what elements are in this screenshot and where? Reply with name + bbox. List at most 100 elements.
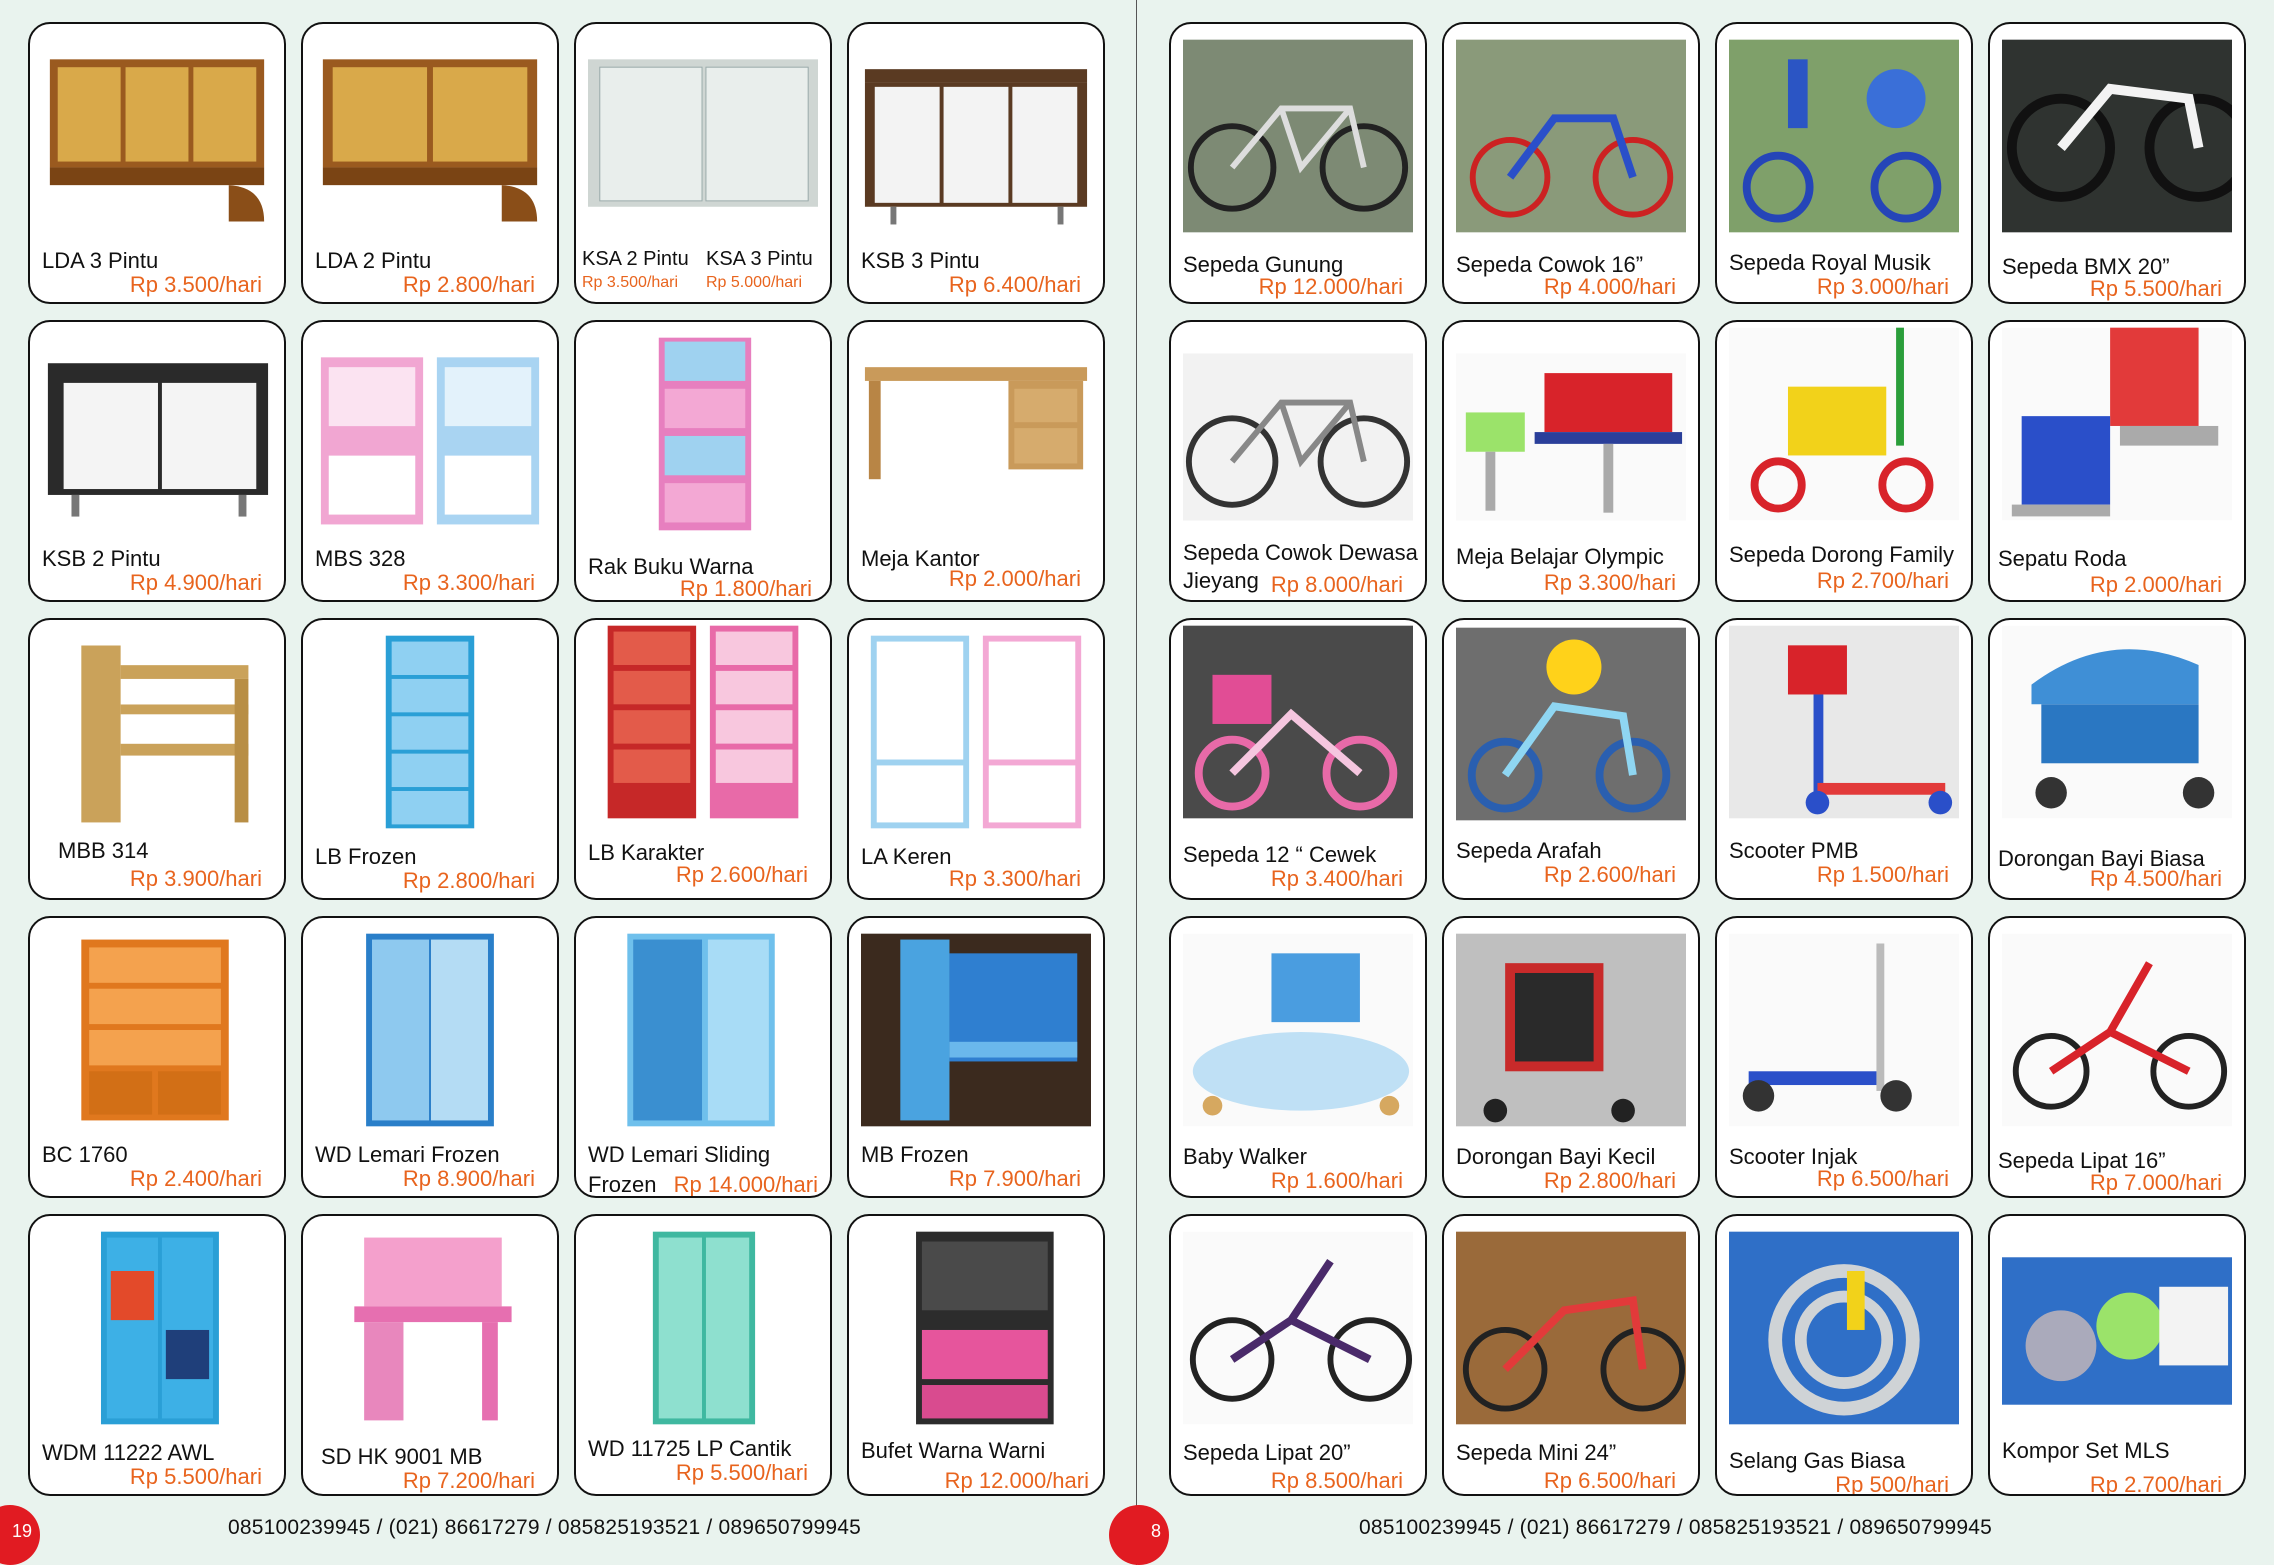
product-price: Rp 7.900/hari xyxy=(948,1166,1081,1191)
sideboard-image xyxy=(861,38,1091,234)
product-name: Sepeda Cowok Dewasa xyxy=(1183,540,1418,565)
product-card-mbb-314[interactable]: MBB 314 Rp 3.900/hari xyxy=(28,618,286,900)
product-card-wd-lemari-sliding-frozen[interactable]: WD Lemari Sliding Frozen Rp 14.000/hari xyxy=(574,916,832,1198)
product-card-sepeda-lipat-20[interactable]: Sepeda Lipat 20” Rp 8.500/hari xyxy=(1169,1214,1427,1496)
product-name-a: KSA 2 Pintu xyxy=(582,248,689,270)
product-card-lb-karakter[interactable]: LB Karakter Rp 2.600/hari xyxy=(574,618,832,900)
product-grid-right: Sepeda Gunung Rp 12.000/hari Sepeda Cowo… xyxy=(1169,22,2246,1496)
product-price: Rp 4.500/hari xyxy=(2089,866,2222,891)
product-card-lb-frozen[interactable]: LB Frozen Rp 2.800/hari xyxy=(301,618,559,900)
mountain-bike-image xyxy=(1183,38,1413,234)
study-table-image xyxy=(1456,352,1686,522)
catalog-page-left: LDA 3 Pintu Rp 3.500/hari LDA 2 Pintu Rp… xyxy=(0,0,1137,1565)
product-price: Rp 3.300/hari xyxy=(948,866,1081,891)
product-name: Selang Gas Biasa xyxy=(1729,1448,1906,1473)
wall-cabinet-image xyxy=(42,38,272,234)
product-card-sepeda-lipat-16[interactable]: Sepeda Lipat 16” Rp 7.000/hari xyxy=(1988,916,2246,1198)
product-name: Sepeda Mini 24” xyxy=(1456,1440,1617,1465)
product-card-baby-walker[interactable]: Baby Walker Rp 1.600/hari xyxy=(1169,916,1427,1198)
product-card-rak-buku-warna[interactable]: Rak Buku Warna Rp 1.800/hari xyxy=(574,320,832,602)
bmx-bike-image xyxy=(2002,38,2232,234)
product-card-la-keren[interactable]: LA Keren Rp 3.300/hari xyxy=(847,618,1105,900)
product-name: LDA 3 Pintu xyxy=(42,248,159,273)
product-price: Rp 7.000/hari xyxy=(2089,1170,2222,1195)
hello-kitty-desk-image xyxy=(315,1230,545,1426)
white-cabinet-image xyxy=(588,38,818,234)
study-desk-image xyxy=(42,634,272,830)
product-price: Rp 6.500/hari xyxy=(1543,1468,1676,1493)
product-card-sepeda-cowok-16[interactable]: Sepeda Cowok 16” Rp 4.000/hari xyxy=(1442,22,1700,304)
character-cabinet-image xyxy=(588,624,818,820)
product-price: Rp 4.900/hari xyxy=(129,570,262,595)
green-wardrobe-image xyxy=(588,1230,818,1426)
product-card-meja-belajar-olympic[interactable]: Meja Belajar Olympic Rp 3.300/hari xyxy=(1442,320,1700,602)
product-price: Rp 2.000/hari xyxy=(948,566,1081,591)
product-name: WDM 11222 AWL xyxy=(42,1440,215,1465)
product-card-sepeda-royal-musik[interactable]: Sepeda Royal Musik Rp 3.000/hari xyxy=(1715,22,1973,304)
product-card-kompor-set-mls[interactable]: Kompor Set MLS Rp 2.700/hari xyxy=(1988,1214,2246,1496)
product-card-lda-2-pintu[interactable]: LDA 2 Pintu Rp 2.800/hari xyxy=(301,22,559,304)
arafah-bike-image xyxy=(1456,626,1686,822)
product-card-sepeda-mini-24[interactable]: Sepeda Mini 24” Rp 6.500/hari xyxy=(1442,1214,1700,1496)
product-price: Rp 6.400/hari xyxy=(948,272,1081,297)
product-price: Rp 2.700/hari xyxy=(1816,568,1949,593)
product-price: Rp 1.500/hari xyxy=(1816,862,1949,887)
product-name: Scooter PMB xyxy=(1729,838,1859,863)
catalog-page-right: Sepeda Gunung Rp 12.000/hari Sepeda Cowo… xyxy=(1109,0,2274,1565)
product-name: Meja Belajar Olympic xyxy=(1456,544,1664,569)
product-name: Sepeda Royal Musik xyxy=(1729,250,1931,275)
product-card-ksb-3-pintu[interactable]: KSB 3 Pintu Rp 6.400/hari xyxy=(847,22,1105,304)
wardrobe-image xyxy=(861,634,1091,830)
product-price: Rp 5.500/hari xyxy=(129,1464,262,1489)
buffet-image xyxy=(861,1230,1091,1426)
product-price: Rp 12.000/hari xyxy=(944,1468,1089,1493)
product-card-selang-gas-biasa[interactable]: Selang Gas Biasa Rp 500/hari xyxy=(1715,1214,1973,1496)
product-card-bufet-warna-warni[interactable]: Bufet Warna Warni Rp 12.000/hari xyxy=(847,1214,1105,1496)
product-card-ksb-2-pintu[interactable]: KSB 2 Pintu Rp 4.900/hari xyxy=(28,320,286,602)
product-name: Sepeda 12 “ Cewek xyxy=(1183,842,1377,867)
product-card-ksa[interactable]: KSA 2 Pintu Rp 3.500/hari KSA 3 Pintu Rp… xyxy=(574,22,832,304)
product-name: LA Keren xyxy=(861,844,952,869)
product-price: Rp 2.700/hari xyxy=(2089,1472,2222,1496)
kids-bike-image xyxy=(1456,38,1686,234)
product-card-sepatu-roda[interactable]: Sepatu Roda Rp 2.000/hari xyxy=(1988,320,2246,602)
product-card-bc-1760[interactable]: BC 1760 Rp 2.400/hari xyxy=(28,916,286,1198)
product-card-scooter-injak[interactable]: Scooter Injak Rp 6.500/hari xyxy=(1715,916,1973,1198)
product-card-sepeda-bmx-20[interactable]: Sepeda BMX 20” Rp 5.500/hari xyxy=(1988,22,2246,304)
product-name: Sepeda Dorong Family xyxy=(1729,542,1955,567)
contact-footer: 085100239945 / (021) 86617279 / 08582519… xyxy=(1359,1516,1993,1539)
product-card-lda-3-pintu[interactable]: LDA 3 Pintu Rp 3.500/hari xyxy=(28,22,286,304)
product-card-sepeda-dorong-family[interactable]: Sepeda Dorong Family Rp 2.700/hari xyxy=(1715,320,1973,602)
tricycle-image xyxy=(1729,326,1959,522)
product-price: Rp 2.800/hari xyxy=(402,272,535,297)
product-price: Rp 6.500/hari xyxy=(1816,1166,1949,1191)
product-price: Rp 3.300/hari xyxy=(402,570,535,595)
product-price: Rp 2.600/hari xyxy=(1543,862,1676,887)
product-price: Rp 3.400/hari xyxy=(1270,866,1403,891)
product-card-wd-11725-lp-cantik[interactable]: WD 11725 LP Cantik Rp 5.500/hari xyxy=(574,1214,832,1496)
kids-shelf-image xyxy=(315,336,545,532)
product-card-sepeda-gunung[interactable]: Sepeda Gunung Rp 12.000/hari xyxy=(1169,22,1427,304)
product-price: Rp 2.400/hari xyxy=(129,1166,262,1191)
product-card-wd-lemari-frozen[interactable]: WD Lemari Frozen Rp 8.900/hari xyxy=(301,916,559,1198)
product-card-sd-hk-9001-mb[interactable]: SD HK 9001 MB Rp 7.200/hari xyxy=(301,1214,559,1496)
folding-bike-16-image xyxy=(2002,932,2232,1128)
page-number-badge: 8 xyxy=(1109,1505,1169,1565)
product-price: Rp 3.300/hari xyxy=(1543,570,1676,595)
hotwheels-wardrobe-image xyxy=(42,1230,272,1426)
product-card-wdm-11222-awl[interactable]: WDM 11222 AWL Rp 5.500/hari xyxy=(28,1214,286,1496)
frozen-cabinet-image xyxy=(315,634,545,830)
contact-footer: 085100239945 / (021) 86617279 / 08582519… xyxy=(228,1516,862,1539)
product-price: Rp 12.000/hari xyxy=(1258,274,1403,299)
product-name: LDA 2 Pintu xyxy=(315,248,432,273)
product-price: Rp 3.900/hari xyxy=(129,866,262,891)
product-card-scooter-pmb[interactable]: Scooter PMB Rp 1.500/hari xyxy=(1715,618,1973,900)
product-card-sepeda-cowok-dewasa-jieyang[interactable]: Sepeda Cowok Dewasa Jieyang Rp 8.000/har… xyxy=(1169,320,1427,602)
product-card-mb-frozen[interactable]: MB Frozen Rp 7.900/hari xyxy=(847,916,1105,1198)
product-card-meja-kantor[interactable]: Meja Kantor Rp 2.000/hari xyxy=(847,320,1105,602)
product-card-sepeda-arafah[interactable]: Sepeda Arafah Rp 2.600/hari xyxy=(1442,618,1700,900)
product-card-sepeda-12-cewek[interactable]: Sepeda 12 “ Cewek Rp 3.400/hari xyxy=(1169,618,1427,900)
product-card-dorongan-bayi-kecil[interactable]: Dorongan Bayi Kecil Rp 2.800/hari xyxy=(1442,916,1700,1198)
product-card-mbs-328[interactable]: MBS 328 Rp 3.300/hari xyxy=(301,320,559,602)
product-card-dorongan-bayi-biasa[interactable]: Dorongan Bayi Biasa Rp 4.500/hari xyxy=(1988,618,2246,900)
